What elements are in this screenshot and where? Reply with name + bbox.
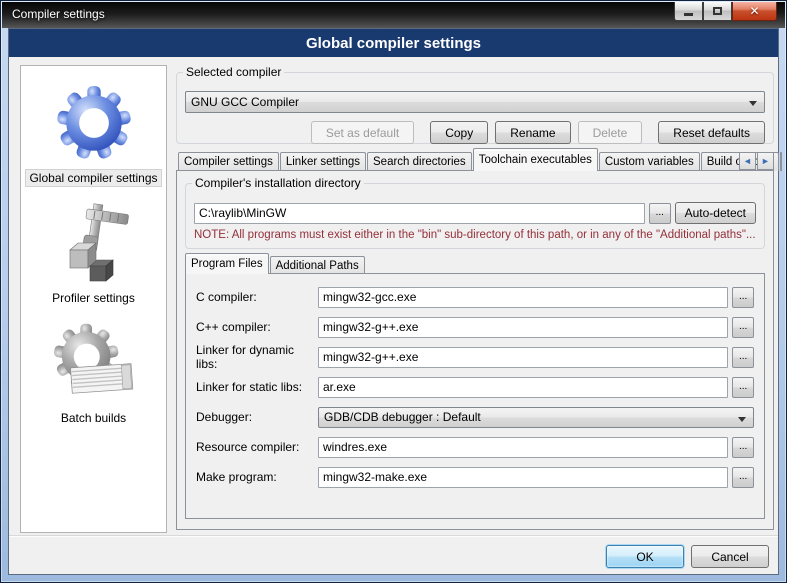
c-compiler-input[interactable] — [318, 287, 728, 308]
selected-compiler-group-label: Selected compiler — [183, 65, 284, 79]
caliper-icon — [54, 200, 134, 286]
subtab-additional-paths[interactable]: Additional Paths — [270, 256, 365, 274]
linker-for-dynamic-libs-browse-button[interactable]: ... — [732, 347, 754, 368]
settings-tabstrip: Compiler settingsLinker settingsSearch d… — [176, 148, 774, 171]
footer-divider — [9, 535, 778, 537]
blue-gear-icon — [53, 80, 135, 166]
chevron-down-icon — [749, 101, 757, 106]
page-header: Global compiler settings — [9, 29, 778, 57]
sidebar-item-label: Profiler settings — [49, 290, 138, 306]
dialog-footer: OK Cancel — [599, 545, 769, 568]
close-icon: ✕ — [749, 4, 759, 18]
tab-linker-settings[interactable]: Linker settings — [280, 152, 366, 171]
sidebar-item-global-compiler-settings[interactable]: Global compiler settings — [21, 80, 166, 186]
install-dir-browse-button[interactable]: ... — [649, 203, 671, 224]
c-compiler-browse-button[interactable]: ... — [732, 287, 754, 308]
install-dir-input[interactable] — [194, 203, 645, 224]
autodetect-button[interactable]: Auto-detect — [675, 202, 756, 224]
gear-stack-icon — [51, 320, 137, 406]
compiler-select[interactable]: GNU GCC Compiler — [185, 91, 765, 113]
resource-compiler-browse-button[interactable]: ... — [732, 437, 754, 458]
field-label: Linker for dynamic libs: — [196, 343, 318, 371]
select-value: GDB/CDB debugger : Default — [324, 410, 481, 424]
reset-defaults-button[interactable]: Reset defaults — [658, 121, 765, 144]
field-row-make-program: Make program:... — [196, 466, 754, 488]
page-title: Global compiler settings — [306, 35, 481, 52]
delete-button: Delete — [578, 121, 643, 144]
sidebar-item-batch-builds[interactable]: Batch builds — [21, 320, 166, 426]
make-program-input[interactable] — [318, 467, 728, 488]
set-as-default-button: Set as default — [311, 121, 414, 144]
make-program-browse-button[interactable]: ... — [732, 467, 754, 488]
tab-scroll-right-button[interactable]: ► — [757, 152, 774, 170]
tab-partial[interactable] — [780, 152, 782, 171]
ok-button[interactable]: OK — [606, 545, 684, 568]
program-files-page: C compiler:...C++ compiler:...Linker for… — [185, 273, 765, 519]
c-compiler-input[interactable] — [318, 317, 728, 338]
minimize-icon — [684, 13, 693, 16]
subtab-program-files[interactable]: Program Files — [185, 253, 269, 274]
dialog-client-area: Global compiler settings — [8, 28, 779, 575]
selected-compiler-group: Selected compiler GNU GCC Compiler Set a… — [176, 65, 774, 144]
maximize-button[interactable] — [703, 2, 732, 21]
maximize-icon — [713, 7, 722, 15]
main-panel: Selected compiler GNU GCC Compiler Set a… — [176, 65, 774, 535]
field-row-c-compiler: C++ compiler:... — [196, 316, 754, 338]
tab-compiler-settings[interactable]: Compiler settings — [178, 152, 279, 171]
minimize-button[interactable] — [674, 2, 703, 21]
field-label: C++ compiler: — [196, 320, 318, 334]
sidebar-item-profiler-settings[interactable]: Profiler settings — [21, 200, 166, 306]
compiler-actions: Set as default Copy Rename Delete Reset defa… — [304, 121, 765, 144]
tab-scroll-left-button[interactable]: ◄ — [739, 152, 756, 170]
c-compiler-browse-button[interactable]: ... — [732, 317, 754, 338]
bin-path-note: NOTE: All programs must exist either in … — [194, 229, 756, 241]
tab-search-directories[interactable]: Search directories — [367, 152, 472, 171]
sidebar-item-label: Global compiler settings — [26, 170, 160, 186]
copy-button[interactable]: Copy — [430, 121, 488, 144]
install-dir-group-label: Compiler's installation directory — [192, 176, 364, 190]
field-row-linker-for-static-libs: Linker for static libs:... — [196, 376, 754, 398]
sidebar-item-label: Batch builds — [58, 410, 129, 426]
chevron-down-icon — [738, 417, 746, 422]
compiler-select-value: GNU GCC Compiler — [191, 95, 299, 109]
tab-toolchain-executables[interactable]: Toolchain executables — [473, 148, 598, 171]
field-label: C compiler: — [196, 290, 318, 304]
cancel-button[interactable]: Cancel — [691, 545, 769, 568]
install-dir-group: Compiler's installation directory ... Au… — [185, 176, 765, 249]
linker-for-dynamic-libs-input[interactable] — [318, 347, 728, 368]
titlebar: Compiler settings ✕ — [2, 2, 785, 28]
field-label: Linker for static libs: — [196, 380, 318, 394]
field-label: Resource compiler: — [196, 440, 318, 454]
window-title: Compiler settings — [12, 7, 105, 21]
close-button[interactable]: ✕ — [732, 2, 777, 21]
resource-compiler-input[interactable] — [318, 437, 728, 458]
settings-category-sidebar: Global compiler settings — [20, 65, 167, 533]
field-row-resource-compiler: Resource compiler:... — [196, 436, 754, 458]
toolchain-executables-page: Compiler's installation directory ... Au… — [176, 170, 774, 530]
field-row-debugger: Debugger: GDB/CDB debugger : Default — [196, 406, 754, 428]
rename-button[interactable]: Rename — [495, 121, 570, 144]
linker-for-static-libs-browse-button[interactable]: ... — [732, 377, 754, 398]
field-label: Make program: — [196, 470, 318, 484]
field-row-linker-for-dynamic-libs: Linker for dynamic libs:... — [196, 346, 754, 368]
linker-for-static-libs-input[interactable] — [318, 377, 728, 398]
field-label: Debugger: — [196, 410, 318, 424]
field-row-c-compiler: C compiler:... — [196, 286, 754, 308]
tab-custom-variables[interactable]: Custom variables — [599, 152, 700, 171]
compiler-settings-window: Compiler settings ✕ Global compiler sett… — [0, 0, 787, 583]
debugger-select[interactable]: GDB/CDB debugger : Default — [318, 407, 754, 428]
program-files-tabstrip: Program FilesAdditional Paths — [185, 253, 366, 274]
